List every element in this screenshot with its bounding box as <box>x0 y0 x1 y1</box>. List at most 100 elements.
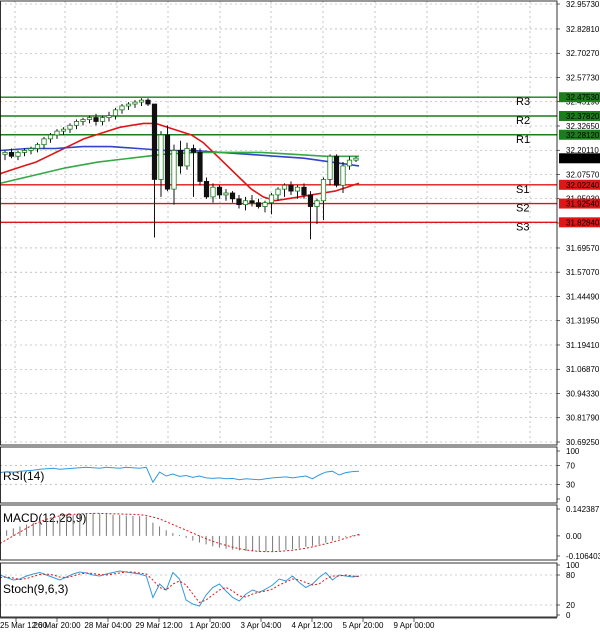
time-tick-label: 26 Mar 20:00 <box>33 621 81 630</box>
macd-tick-label: 0.00 <box>566 532 582 541</box>
bear-candle-body <box>229 192 236 200</box>
stoch-tick-label: 100 <box>566 561 580 570</box>
level-name-s1: S1 <box>516 184 529 196</box>
level-price-tags: 32.47530 32.37820 32.28120 32.02240 31.92540… <box>559 92 600 228</box>
bull-candle-body <box>47 134 54 140</box>
bull-candle-body <box>294 186 301 192</box>
level-tag-label-r1: 32.28120 <box>566 131 600 140</box>
bull-candle-body <box>223 192 229 196</box>
level-name-r3: R3 <box>516 96 530 108</box>
macd-label: MACD(12,26,9) <box>3 511 86 525</box>
bear-candle-body <box>177 150 184 167</box>
bull-candle-body <box>106 115 112 118</box>
bull-candle-body <box>138 99 145 103</box>
rsi-tick-label: 0 <box>566 495 571 504</box>
bear-candle-body <box>197 151 203 182</box>
price-tick-label: 32.57730 <box>566 73 600 82</box>
price-tick-label: 32.32650 <box>566 122 600 131</box>
rsi-tick-label: 30 <box>566 481 575 490</box>
bear-candle-body <box>288 184 294 192</box>
bear-candle-body <box>151 103 158 180</box>
bull-candle-body <box>15 151 21 157</box>
level-tag-label-s2: 31.92540 <box>566 200 600 209</box>
price-tick-label: 31.57070 <box>566 268 600 277</box>
bull-candle-body <box>340 165 346 186</box>
price-tick-label: 31.31950 <box>566 317 600 326</box>
bull-candle-body <box>21 150 28 153</box>
bear-candle-body <box>8 151 15 157</box>
bull-candle-body <box>314 200 320 207</box>
stoch-label: Stoch(9,6,3) <box>3 582 68 596</box>
stoch-tick-label: 20 <box>566 601 575 610</box>
bull-candle-body <box>262 202 268 207</box>
stoch-tick-label: 80 <box>566 571 575 580</box>
level-name-s2: S2 <box>516 203 529 215</box>
level-tag-label-r2: 32.37820 <box>566 112 600 121</box>
bull-candle-body <box>99 117 106 122</box>
time-tick-label: 9 Apr 00:00 <box>394 621 435 630</box>
bull-candle-body <box>171 150 177 190</box>
bull-candle-body <box>184 148 190 167</box>
bull-candle-body <box>268 194 275 204</box>
bull-candle-body <box>80 119 86 122</box>
bull-candle-body <box>242 200 249 206</box>
price-tick-label: 32.95730 <box>566 0 600 9</box>
macd-tick-label: -0.106403 <box>566 552 600 561</box>
bull-candle-body <box>132 101 138 105</box>
bear-candle-body <box>190 148 197 153</box>
time-tick-label: 3 Apr 04:00 <box>241 621 282 630</box>
bull-candle-body <box>73 121 80 126</box>
bull-candle-body <box>112 109 119 117</box>
bear-candle-body <box>255 202 262 207</box>
bull-candle-body <box>327 155 333 180</box>
level-name-r2: R2 <box>516 115 530 127</box>
bull-candle-body <box>281 184 288 190</box>
bull-candle-body <box>125 103 132 107</box>
bull-candle-body <box>119 105 125 111</box>
bull-candle-body <box>54 130 60 136</box>
bull-candle-body <box>34 144 41 149</box>
bear-candle-body <box>249 200 255 204</box>
price-tick-label: 30.94330 <box>566 389 600 398</box>
price-tick-label: 32.70270 <box>566 49 600 58</box>
bull-candle-body <box>41 138 47 146</box>
bull-candle-body <box>320 179 327 202</box>
macd-tick-label: 0.142387 <box>566 505 600 514</box>
price-tick-label: 30.81790 <box>566 414 600 423</box>
time-tick-label: 28 Mar 04:00 <box>84 621 132 630</box>
candle <box>197 148 203 186</box>
forex-chart: R3 R2 R1 S1 S2 S3 32.95730 32.82810 32.70270 32.… <box>0 0 600 634</box>
bear-candle-body <box>236 198 242 206</box>
stoch-tick-label: 0 <box>566 611 571 620</box>
level-tag-label-r3: 32.47530 <box>566 93 600 102</box>
price-tick-label: 31.19410 <box>566 341 600 350</box>
bull-candle-body <box>210 186 216 198</box>
candle <box>333 154 340 188</box>
bull-candle-body <box>158 134 164 180</box>
level-name-r1: R1 <box>516 134 530 146</box>
bear-candle-body <box>216 186 223 196</box>
bear-candle-body <box>301 186 307 196</box>
rsi-tick-label: 100 <box>566 447 580 456</box>
bear-candle-body <box>164 134 171 190</box>
time-tick-label: 1 Apr 20:00 <box>190 621 231 630</box>
rsi-tick-label: 70 <box>566 461 575 470</box>
bear-candle-body <box>203 181 210 198</box>
bull-candle-body <box>2 151 8 155</box>
bear-candle-body <box>333 155 340 186</box>
bull-candle-body <box>67 124 73 130</box>
price-tick-label: 31.06870 <box>566 365 600 374</box>
price-tick-label: 32.07570 <box>566 170 600 179</box>
price-tick-label: 30.69250 <box>566 438 600 447</box>
level-tag-label-s1: 32.02240 <box>566 181 600 190</box>
time-tick-label: 4 Apr 12:00 <box>292 621 333 630</box>
bull-candle-body <box>275 188 281 196</box>
level-name-s3: S3 <box>516 221 529 233</box>
current-price-label: 32.15952 <box>566 154 600 163</box>
bull-candle-body <box>60 128 67 132</box>
chart-background <box>0 0 600 634</box>
bull-candle-body <box>353 157 359 161</box>
bull-candle-body <box>346 159 353 167</box>
bull-candle-body <box>28 148 34 151</box>
time-tick-label: 5 Apr 20:00 <box>343 621 384 630</box>
